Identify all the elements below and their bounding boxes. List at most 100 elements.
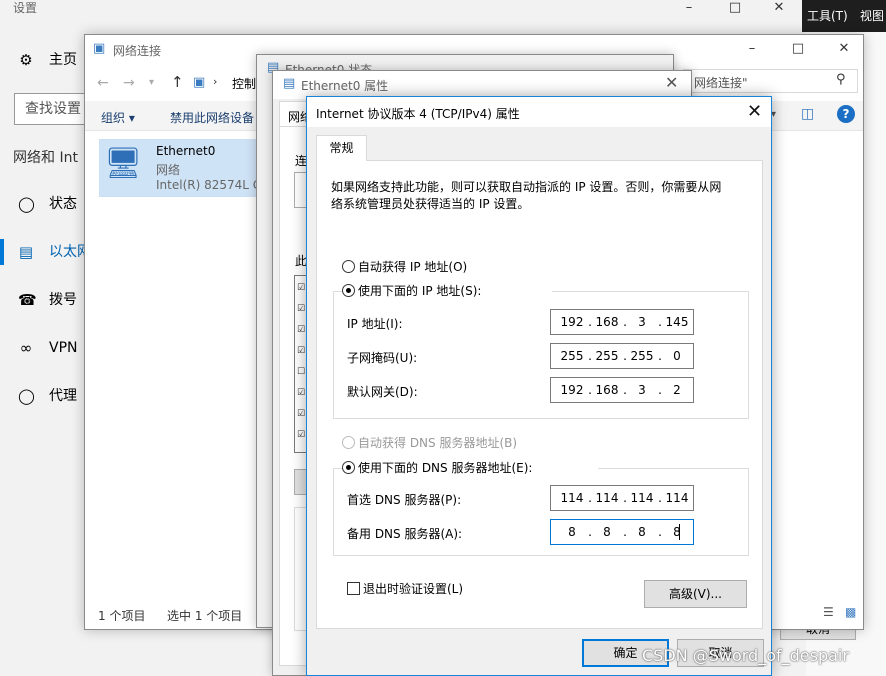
window-title: 网络连接	[113, 44, 162, 58]
subnet-mask-input[interactable]: 255 . 255 . 255 . 0	[550, 343, 694, 369]
description-line: 如果网络支持此功能，则可以获取自动指派的 IP 设置。否则，你需要从网	[331, 180, 722, 194]
watermark: CSDN @Sword_of_despair	[642, 646, 849, 665]
adapter-name: Ethernet0	[156, 144, 216, 158]
ip-octet: 8	[603, 525, 611, 539]
ip-octet: 3	[638, 383, 646, 397]
nav-section-title: 网络和 Int	[13, 150, 78, 166]
preferred-dns-label: 首选 DNS 服务器(P):	[347, 493, 462, 507]
breadcrumb[interactable]: 控制	[232, 75, 256, 92]
network-adapter-icon: 🖥	[104, 146, 143, 181]
general-tab-panel: 如果网络支持此功能，则可以获取自动指派的 IP 设置。否则，你需要从网 络系统管…	[316, 160, 763, 629]
window-title: Ethernet0 属性	[301, 79, 389, 93]
network-adapter-icon: ▤	[283, 76, 296, 91]
alternate-dns-label: 备用 DNS 服务器(A):	[347, 527, 463, 541]
manual-ip-radio[interactable]: 使用下面的 IP 地址(S):	[342, 284, 552, 300]
recent-chevron-icon[interactable]: ▾	[149, 77, 154, 88]
maximize-button[interactable]: □	[775, 41, 821, 59]
radio-label: 使用下面的 DNS 服务器地址(E):	[358, 461, 533, 475]
text-cursor	[679, 524, 680, 540]
dialup-icon: ☎	[18, 291, 37, 309]
disable-device-button[interactable]: 禁用此网络设备	[170, 109, 254, 126]
radio-label: 自动获得 DNS 服务器地址(B)	[358, 436, 518, 450]
maximize-button[interactable]: □	[712, 0, 758, 18]
ip-address-input[interactable]: 192 . 168 . 3 . 145	[550, 309, 694, 335]
help-icon[interactable]: ?	[837, 105, 855, 123]
nav-label: VPN	[49, 340, 78, 356]
minimize-button[interactable]: –	[666, 0, 712, 18]
breadcrumb-chevron-icon: ›	[213, 75, 218, 88]
dialog-title: Internet 协议版本 4 (TCP/IPv4) 属性	[316, 107, 520, 121]
manual-dns-radio[interactable]: 使用下面的 DNS 服务器地址(E):	[342, 461, 598, 477]
tab-general[interactable]: 常规	[316, 135, 367, 161]
close-button[interactable]: ✕	[756, 0, 802, 18]
home-label: 主页	[49, 52, 77, 68]
radio-circle	[342, 284, 355, 297]
nav-label: 拨号	[49, 292, 77, 308]
ethernet-icon: ▤	[18, 243, 34, 261]
ip-octet: 168	[595, 315, 619, 329]
ip-octet: 168	[595, 383, 619, 397]
search-icon[interactable]: ⚲	[836, 72, 846, 87]
ip-octet: 114	[665, 491, 689, 505]
ip-octet: 255	[560, 349, 584, 363]
ip-octet: 3	[638, 315, 646, 329]
network-folder-icon: ▣	[93, 41, 106, 56]
vpn-icon: ∞	[19, 339, 33, 357]
search-input[interactable]: 网络连接" ⚲	[683, 69, 858, 93]
tiles-view-icon[interactable]: ▩	[845, 605, 856, 619]
radio-label: 使用下面的 IP 地址(S):	[358, 284, 482, 298]
description: 如果网络支持此功能，则可以获取自动指派的 IP 设置。否则，你需要从网 络系统管…	[331, 179, 751, 213]
up-arrow-icon[interactable]: ↑	[171, 73, 184, 91]
checkbox-column-icon: ☑ ☑ ☑ ☑ ☐ ☑ ☑ ☑	[297, 283, 306, 440]
default-gateway-label: 默认网关(D):	[347, 385, 418, 399]
auto-dns-radio[interactable]: 自动获得 DNS 服务器地址(B)	[342, 436, 562, 450]
nav-label: 状态	[49, 196, 77, 212]
globe-icon: ◯	[18, 195, 35, 213]
ip-octet: 255	[595, 349, 619, 363]
adapter-device: Intel(R) 82574L Gi	[156, 178, 266, 192]
ip-octet: 114	[595, 491, 619, 505]
close-button[interactable]: ✕	[821, 41, 867, 59]
nav-label: 代理	[49, 388, 77, 404]
radio-circle	[342, 436, 355, 449]
ip-octet: 145	[665, 315, 689, 329]
background-app-menubar: 工具(T) 视图	[802, 0, 886, 32]
radio-label: 自动获得 IP 地址(O)	[358, 260, 468, 274]
ip-octet: 8	[568, 525, 576, 539]
ip-address-label: IP 地址(I):	[347, 317, 403, 331]
adapter-network: 网络	[156, 163, 181, 177]
search-placeholder: 网络连接"	[694, 76, 748, 90]
close-button[interactable]: ✕	[747, 101, 762, 122]
radio-circle	[342, 461, 355, 474]
checkbox-box	[347, 582, 360, 595]
control-panel-icon: ▣	[193, 75, 206, 90]
item-count: 1 个项目	[98, 609, 146, 623]
validate-on-exit-checkbox[interactable]: 退出时验证设置(L)	[347, 582, 507, 596]
ip-octet: 114	[560, 491, 584, 505]
ipv4-properties-dialog: Internet 协议版本 4 (TCP/IPv4) 属性 ✕ 常规 如果网络支…	[306, 96, 772, 676]
settings-search-input[interactable]: 查找设置	[14, 93, 94, 125]
ip-octet: 8	[638, 525, 646, 539]
subnet-mask-label: 子网掩码(U):	[347, 351, 418, 365]
auto-ip-radio[interactable]: 自动获得 IP 地址(O)	[342, 260, 542, 274]
description-line: 络系统管理员处获得适当的 IP 设置。	[331, 197, 530, 211]
close-button[interactable]: ✕	[665, 73, 678, 92]
ip-octet: 8	[673, 525, 681, 539]
view-menu[interactable]: 视图	[860, 7, 884, 24]
back-arrow-icon[interactable]: ←	[97, 75, 109, 91]
minimize-button[interactable]: –	[729, 41, 775, 59]
details-view-icon[interactable]: ☰	[823, 605, 834, 619]
ip-octet: 192	[560, 315, 584, 329]
globe-icon: ◯	[18, 387, 35, 405]
tools-menu[interactable]: 工具(T)	[807, 7, 848, 24]
preferred-dns-input[interactable]: 114 . 114 . 114 . 114	[550, 485, 694, 511]
ip-octet: 114	[630, 491, 654, 505]
advanced-button[interactable]: 高级(V)...	[644, 580, 747, 608]
alternate-dns-input[interactable]: 8 . 8 . 8 . 8	[550, 519, 694, 545]
ip-octet: 192	[560, 383, 584, 397]
preview-pane-icon[interactable]: ◫	[801, 106, 814, 122]
organize-button[interactable]: 组织 ▾	[101, 109, 135, 126]
forward-arrow-icon[interactable]: →	[123, 75, 135, 91]
default-gateway-input[interactable]: 192 . 168 . 3 . 2	[550, 377, 694, 403]
settings-title: 设置	[13, 1, 38, 15]
